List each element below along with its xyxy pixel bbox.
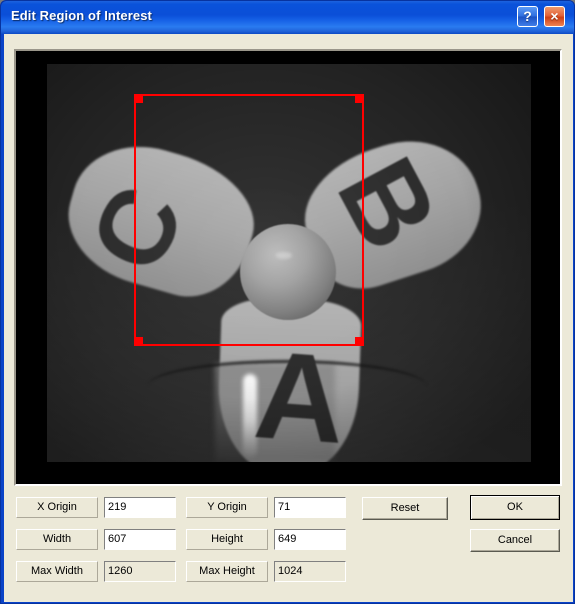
roi-handle-bottom-left[interactable] (135, 337, 143, 345)
title-bar[interactable]: Edit Region of Interest ? × (1, 1, 574, 34)
max-width-label: Max Width (16, 561, 98, 582)
width-label: Width (16, 529, 98, 550)
help-button[interactable]: ? (517, 6, 538, 27)
max-width-value: 1260 (104, 561, 176, 582)
width-input[interactable]: 607 (104, 529, 176, 550)
dialog-window: Edit Region of Interest ? × C B A (0, 0, 575, 604)
x-origin-label: X Origin (16, 497, 98, 518)
roi-selection-rectangle[interactable] (134, 94, 364, 346)
roi-image-preview[interactable]: C B A (14, 49, 562, 486)
roi-handle-bottom-right[interactable] (355, 337, 363, 345)
y-origin-input[interactable]: 71 (274, 497, 346, 518)
ok-button[interactable]: OK (470, 495, 560, 520)
roi-handle-top-left[interactable] (135, 95, 143, 103)
roi-handle-top-right[interactable] (355, 95, 363, 103)
height-label: Height (186, 529, 268, 550)
reset-button[interactable]: Reset (362, 497, 448, 520)
dialog-client-area: C B A X Origin 219 (4, 34, 573, 602)
y-origin-label: Y Origin (186, 497, 268, 518)
window-title: Edit Region of Interest (11, 8, 152, 23)
roi-controls: X Origin 219 Y Origin 71 Width 607 Heigh… (4, 489, 573, 602)
max-height-value: 1024 (274, 561, 346, 582)
x-origin-input[interactable]: 219 (104, 497, 176, 518)
height-input[interactable]: 649 (274, 529, 346, 550)
close-button[interactable]: × (544, 6, 565, 27)
max-height-label: Max Height (186, 561, 268, 582)
cancel-button[interactable]: Cancel (470, 529, 560, 552)
